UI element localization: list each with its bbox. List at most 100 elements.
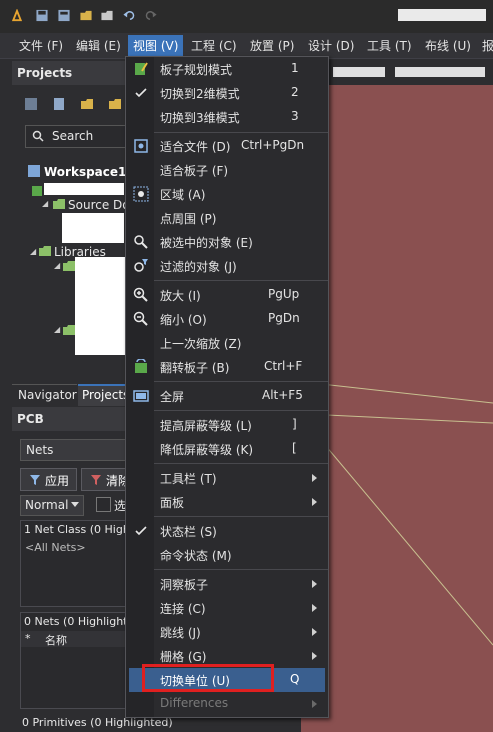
menu-item-flip-board[interactable]: 翻转板子 (B) Ctrl+F: [126, 355, 328, 379]
save-project-icon[interactable]: [24, 97, 38, 111]
menu-item-2d-mode[interactable]: 切换到2维模式 2: [126, 81, 328, 105]
open-doc-icon[interactable]: [80, 97, 94, 111]
zoom-selected-icon: [134, 235, 148, 249]
menu-item-shortcut: Ctrl+F: [264, 359, 303, 373]
net-class-item[interactable]: <All Nets>: [25, 541, 86, 554]
menu-item-zoom-in[interactable]: 放大 (I) PgUp: [126, 283, 328, 307]
menu-item-3d-mode[interactable]: 切换到3维模式 3: [126, 105, 328, 129]
workspace-icon: [28, 165, 40, 177]
submenu-arrow-icon: [312, 652, 317, 660]
tab-navigator-label: Navigator: [18, 388, 77, 402]
checkmark-icon: [135, 88, 147, 98]
document-tab-blurred-2[interactable]: [395, 67, 485, 77]
tab-navigator[interactable]: Navigator: [12, 384, 77, 405]
annotation-highlight-box: [142, 664, 274, 692]
menu-item-area[interactable]: 区域 (A): [126, 182, 328, 206]
menu-item-label: 状态栏 (S): [160, 525, 217, 539]
submenu-arrow-icon: [312, 700, 317, 708]
menu-separator: [154, 381, 328, 382]
app-logo-icon: [11, 9, 23, 22]
expand-arrow-icon[interactable]: ◢: [54, 325, 60, 334]
fit-document-icon: [134, 139, 148, 153]
menu-item-board-insight[interactable]: 洞察板子: [126, 572, 328, 596]
document-tab-blurred[interactable]: [333, 67, 385, 77]
library-items-blurred[interactable]: [75, 257, 125, 355]
menu-item-raise-shield-level[interactable]: 提高屏蔽等级 (L) ]: [126, 413, 328, 437]
fullscreen-icon: [133, 390, 149, 402]
pcb-panel-title: PCB: [17, 412, 44, 426]
menu-item-fit-document[interactable]: 适合文件 (D) Ctrl+PgDn: [126, 134, 328, 158]
menu-view[interactable]: 视图 (V): [128, 35, 184, 56]
menu-item-previous-zoom[interactable]: 上一次缩放 (Z): [126, 331, 328, 355]
save-all-icon[interactable]: [57, 9, 71, 22]
search-box[interactable]: Search: [25, 125, 127, 148]
expand-arrow-icon[interactable]: ◢: [30, 247, 36, 256]
menu-design[interactable]: 设计 (D): [308, 37, 354, 54]
redo-icon[interactable]: [144, 9, 158, 22]
menu-project[interactable]: 工程 (C): [191, 37, 237, 54]
menu-separator: [154, 280, 328, 281]
folder-icon: [53, 199, 65, 209]
search-input[interactable]: Search: [52, 129, 93, 143]
submenu-arrow-icon: [312, 580, 317, 588]
project-options-icon[interactable]: [108, 97, 122, 111]
menu-item-selected-objects[interactable]: 被选中的对象 (E): [126, 230, 328, 254]
menu-item-connections[interactable]: 连接 (C): [126, 596, 328, 620]
menu-item-command-status[interactable]: 命令状态 (M): [126, 543, 328, 567]
apply-button[interactable]: 应用: [20, 468, 77, 491]
normal-select[interactable]: Normal: [20, 495, 84, 516]
compile-icon[interactable]: [52, 97, 66, 111]
source-doc-item-blurred[interactable]: [62, 213, 124, 243]
net-class-list: 1 Net Class (0 Highlighted) <All Nets>: [20, 520, 172, 607]
menu-separator: [154, 516, 328, 517]
menu-item-shortcut: Ctrl+PgDn: [241, 138, 305, 152]
menu-item-panels[interactable]: 面板: [126, 490, 328, 514]
menu-item-lower-shield-level[interactable]: 降低屏蔽等级 (K) [: [126, 437, 328, 461]
clear-filter-icon: [91, 475, 101, 485]
nets-col-star[interactable]: *: [25, 632, 31, 645]
menu-item-status-bar[interactable]: 状态栏 (S): [126, 519, 328, 543]
menu-separator: [154, 569, 328, 570]
nets-col-name[interactable]: 名称: [45, 632, 67, 648]
view-menu-dropdown: 板子规划模式 1 切换到2维模式 2 切换到3维模式 3 适合文件 (D) Ct…: [125, 56, 329, 718]
menu-item-differences[interactable]: Differences: [126, 692, 328, 716]
menu-place[interactable]: 放置 (P): [250, 37, 294, 54]
undo-icon[interactable]: [122, 9, 136, 22]
menu-item-zoom-out[interactable]: 缩小 (O) PgDn: [126, 307, 328, 331]
menu-item-label: 适合板子 (F): [160, 164, 229, 178]
menu-item-label: 被选中的对象 (E): [160, 236, 253, 250]
menu-file[interactable]: 文件 (F): [19, 37, 63, 54]
select-checkbox[interactable]: [96, 497, 111, 512]
filter-zoom-icon: [134, 259, 148, 272]
menu-item-fit-board[interactable]: 适合板子 (F): [126, 158, 328, 182]
folder-icon: [63, 325, 75, 335]
menu-item-toolbars[interactable]: 工具栏 (T): [126, 466, 328, 490]
save-icon[interactable]: [35, 9, 49, 22]
menu-item-label: 命令状态 (M): [160, 549, 232, 563]
expand-arrow-icon[interactable]: ◢: [42, 199, 48, 208]
zoom-in-icon: [133, 287, 148, 302]
menu-route[interactable]: 布线 (U): [425, 37, 471, 54]
menu-item-label: 适合文件 (D): [160, 140, 231, 154]
normal-select-value: Normal: [25, 498, 69, 512]
menu-item-label: 切换到2维模式: [160, 87, 240, 101]
menu-item-around-point[interactable]: 点周围 (P): [126, 206, 328, 230]
menu-item-label: 面板: [160, 496, 185, 510]
menu-item-jumpers[interactable]: 跳线 (J): [126, 620, 328, 644]
menu-separator: [154, 132, 328, 133]
menu-tools[interactable]: 工具 (T): [367, 37, 412, 54]
menu-item-label: 洞察板子: [160, 578, 209, 592]
open-folder-icon[interactable]: [79, 9, 93, 22]
menu-item-filtered-objects[interactable]: 过滤的对象 (J): [126, 254, 328, 278]
menu-item-label: 区域 (A): [160, 188, 206, 202]
project-name-blurred[interactable]: [44, 183, 124, 195]
open-project-icon[interactable]: [100, 9, 114, 22]
expand-arrow-icon[interactable]: ◢: [54, 261, 60, 270]
menu-item-shortcut: 2: [291, 85, 299, 99]
menu-edit[interactable]: 编辑 (E): [76, 37, 121, 54]
menu-item-fullscreen[interactable]: 全屏 Alt+F5: [126, 384, 328, 408]
pcb-mode-select[interactable]: Nets: [20, 439, 132, 461]
menu-reports[interactable]: 报: [482, 37, 493, 54]
menu-item-board-planning[interactable]: 板子规划模式 1: [126, 57, 328, 81]
submenu-arrow-icon: [312, 474, 317, 482]
